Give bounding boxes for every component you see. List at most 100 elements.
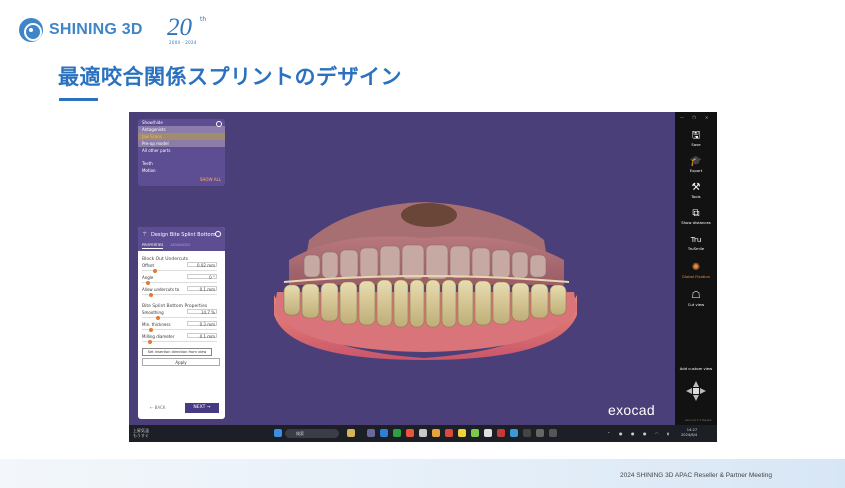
toolbar-cut-view-button[interactable]: ☖ Cut view	[675, 290, 717, 307]
tree-row-show-hide[interactable]: Show/hide	[138, 119, 225, 126]
toolbar-label: Show distances	[681, 220, 711, 225]
tree-row-other-parts[interactable]: All other parts	[138, 147, 225, 154]
param-slider-knob[interactable]	[149, 292, 153, 297]
app-icon-8[interactable]	[458, 429, 466, 437]
param-slider-knob[interactable]	[152, 268, 157, 273]
toolbar-label: Export	[689, 168, 703, 173]
set-insertion-direction-button[interactable]: Set insertion direction from view	[142, 348, 212, 356]
param-value: 0.1 mm	[199, 287, 215, 292]
search-label: 検索	[296, 431, 304, 436]
help-icon[interactable]	[216, 121, 222, 127]
app-icon-7[interactable]	[445, 429, 453, 437]
tray-icon-3[interactable]: ●	[643, 431, 647, 436]
app-icon-10[interactable]	[484, 429, 492, 437]
app-icon-5[interactable]	[419, 429, 427, 437]
param-slider-track[interactable]	[142, 317, 217, 318]
param-slider-knob[interactable]	[145, 280, 150, 285]
next-button[interactable]: NEXT →	[185, 403, 219, 413]
trusmile-icon: Tru	[690, 236, 702, 244]
app-icon-2[interactable]	[380, 429, 388, 437]
app-icon-12[interactable]	[510, 429, 518, 437]
param-value: 0 °	[209, 275, 215, 280]
windows-taskbar: 上昇気温 もうすぐ 検索 ⌃ ● ● ● ◠ ◖ 14:27 2024/6/4	[129, 425, 717, 442]
anniversary-suffix: th	[200, 16, 207, 23]
param-slider-track[interactable]	[142, 341, 217, 342]
anniversary-number: 20	[167, 14, 192, 41]
tree-row-teeth[interactable]: Teeth	[138, 160, 225, 167]
app-icon-1[interactable]	[347, 429, 355, 437]
close-icon[interactable]: ✕	[705, 115, 708, 120]
param-row: Smoothing 14.7 %	[142, 309, 221, 321]
export-icon: 🎓	[689, 156, 703, 167]
design-dialog: ⚚ Design Bite Splint Bottom PROPERTIES A…	[138, 227, 225, 419]
app-icon-3[interactable]	[393, 429, 401, 437]
app-icon-9[interactable]	[471, 429, 479, 437]
footer-text: 2024 SHINING 3D APAC Reseller & Partner …	[620, 472, 772, 479]
title-underline	[59, 98, 98, 101]
param-value: 14.7 %	[201, 310, 215, 315]
clock-date: 2024/6/4	[681, 433, 698, 437]
tray-chevron-icon[interactable]: ⌃	[607, 431, 610, 436]
toolbar-export-button[interactable]: 🎓 Export	[675, 156, 717, 173]
param-slider-track[interactable]	[142, 282, 217, 283]
param-slider-knob[interactable]	[156, 315, 160, 320]
toolbar-trusmile-button[interactable]: Tru TruSmile	[675, 234, 717, 251]
tray-icon-2[interactable]: ●	[631, 431, 635, 436]
tree-row-jaw-scans[interactable]: Jaw Scans	[138, 133, 225, 140]
toolbar-distances-button[interactable]: ⧉ Show distances	[675, 208, 717, 225]
wifi-icon[interactable]: ◠	[655, 431, 659, 436]
distances-icon: ⧉	[692, 208, 700, 219]
exocad-watermark: exocad	[608, 402, 655, 418]
tab-advanced[interactable]: ADVANCED	[171, 243, 191, 247]
right-toolbar: — ❐ ✕ 🖫 Save 🎓 Export ⚒ Tools ⧉ Show distances T…	[675, 112, 717, 425]
toolbar-tools-button[interactable]: ⚒ Tools	[675, 182, 717, 199]
back-button[interactable]: ← BACK	[150, 405, 165, 410]
app-icon-15[interactable]	[549, 429, 557, 437]
app-icon-11[interactable]	[497, 429, 505, 437]
weather-widget[interactable]: 上昇気温 もうすぐ	[133, 428, 149, 438]
param-slider-track[interactable]	[142, 294, 217, 295]
taskbar-clock[interactable]: 14:27 2024/6/4	[681, 428, 697, 438]
start-icon[interactable]	[274, 429, 282, 437]
app-icon-14[interactable]	[536, 429, 544, 437]
help-icon[interactable]	[215, 231, 221, 237]
add-custom-view-label[interactable]: Add custom view	[675, 366, 717, 371]
dialog-title: Design Bite Splint Bottom	[151, 232, 216, 238]
param-label: Milling diameter	[142, 334, 175, 339]
visibility-panel: Show/hide Antagonists Jaw Scans Pre-op m…	[138, 119, 225, 186]
version-label: exocad 3.1 Rijeka	[685, 418, 712, 422]
tab-properties[interactable]: PROPERTIES	[142, 243, 164, 249]
view-cube-icon[interactable]	[684, 379, 708, 403]
toolbar-save-button[interactable]: 🖫 Save	[675, 130, 717, 147]
param-slider-track[interactable]	[142, 329, 217, 330]
app-icon-4[interactable]	[406, 429, 414, 437]
apply-button[interactable]: Apply	[142, 358, 220, 366]
dental-jaw-model[interactable]	[259, 200, 589, 360]
param-row: Milling diameter 0.1 mm	[142, 333, 221, 345]
restore-icon[interactable]: ❐	[692, 115, 696, 120]
app-icon-6[interactable]	[432, 429, 440, 437]
tree-row-antagonists[interactable]: Antagonists	[138, 126, 225, 133]
anniversary-years: 2004 - 2024	[169, 40, 197, 45]
save-icon: 🖫	[691, 130, 701, 141]
param-slider-knob[interactable]	[147, 339, 152, 344]
volume-icon[interactable]: ◖	[667, 431, 669, 436]
toolbar-fixation-button[interactable]: ✺ Global Fixation	[675, 262, 717, 279]
minimize-icon[interactable]: —	[680, 115, 684, 120]
task-view-icon[interactable]	[367, 429, 375, 437]
taskbar-search[interactable]: 検索	[285, 429, 339, 438]
tray-icon-1[interactable]: ●	[619, 431, 623, 436]
param-value: 0.02 mm	[197, 263, 215, 268]
next-label: NEXT	[193, 405, 206, 410]
cut-view-icon: ☖	[691, 290, 701, 301]
shining3d-logo-mark	[19, 18, 43, 42]
show-all-link[interactable]: SHOW ALL	[200, 177, 221, 182]
tree-row-pre-op[interactable]: Pre-op model	[138, 140, 225, 147]
param-label: Min. thickness	[142, 322, 171, 327]
tools-icon: ⚒	[691, 182, 701, 193]
app-icon-13[interactable]	[523, 429, 531, 437]
param-slider-knob[interactable]	[149, 327, 153, 332]
tree-row-motion[interactable]: Motion	[138, 167, 225, 174]
3d-viewport[interactable]: Show/hide Antagonists Jaw Scans Pre-op m…	[129, 112, 675, 425]
toolbar-label: Global Fixation	[681, 274, 711, 279]
